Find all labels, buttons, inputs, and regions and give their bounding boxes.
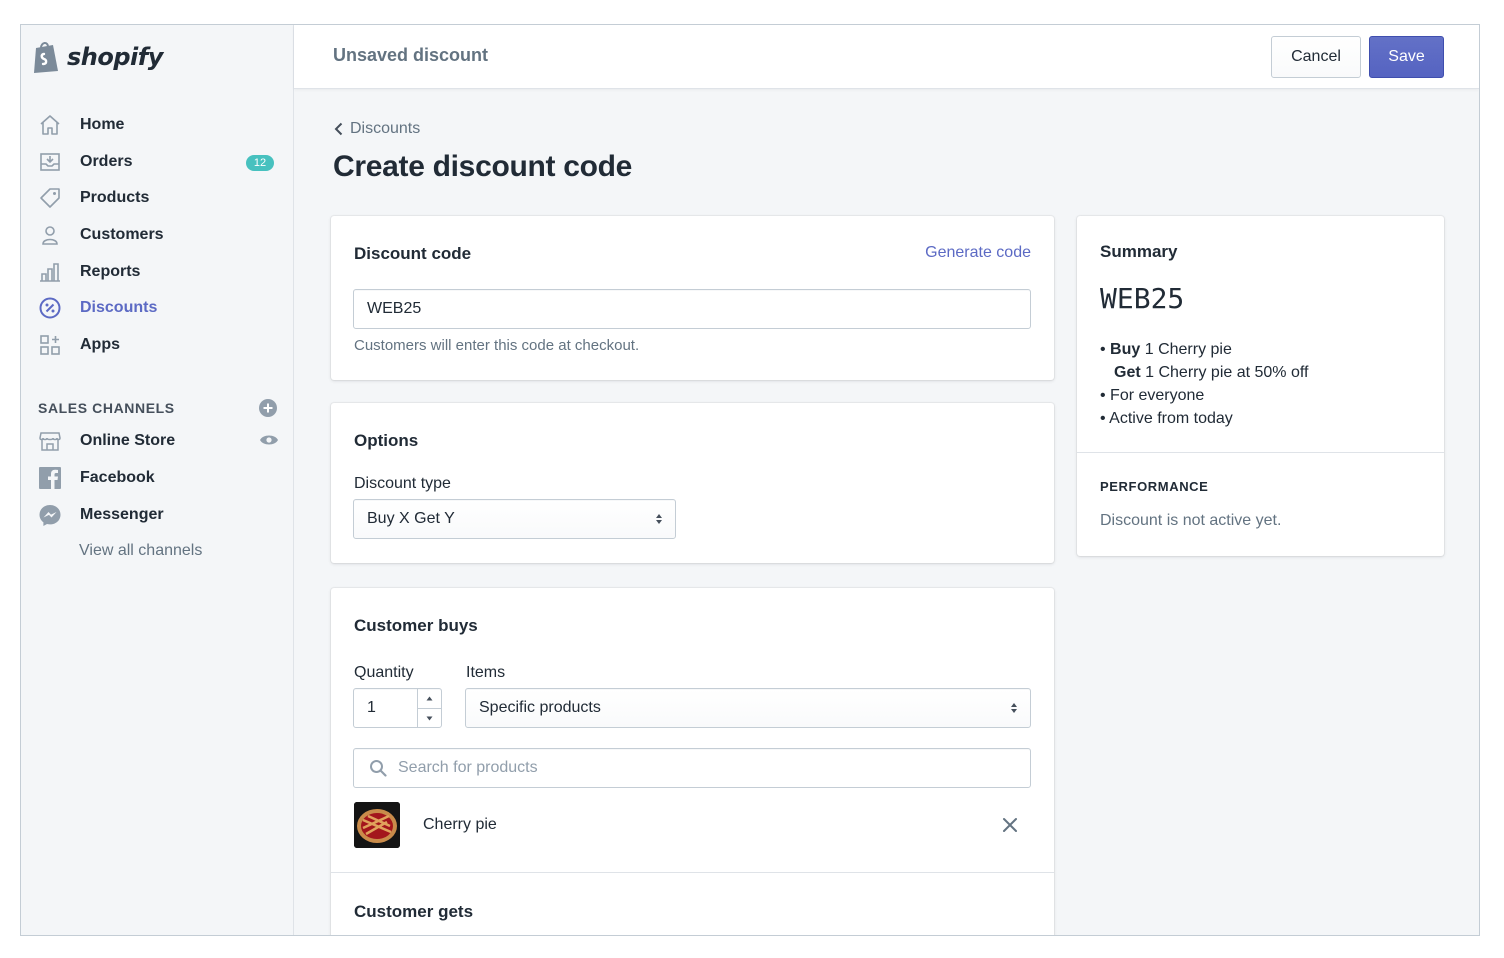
brand-wordmark: shopify [67,43,163,71]
quantity-label: Quantity [354,664,414,681]
customer-buys-card: Customer buys Quantity Items 1 Specific … [331,588,1054,935]
top-bar: Unsaved discount Cancel Save [294,25,1479,89]
section-divider [331,872,1054,873]
sidebar-item-label: Orders [80,152,133,170]
performance-heading: PERFORMANCE [1100,479,1209,494]
generate-code-link[interactable]: Generate code [925,244,1031,262]
person-icon [38,223,62,247]
items-value: Specific products [479,699,601,716]
sidebar-item-label: Apps [80,335,120,353]
eligibility-text: For everyone [1110,387,1205,404]
sales-channels-label: SALES CHANNELS [38,400,175,417]
sidebar-item-label: Discounts [80,299,158,317]
breadcrumb[interactable]: Discounts [334,120,420,138]
discount-code-value: WEB25 [367,300,422,317]
view-all-channels-link[interactable]: View all channels [21,533,293,569]
summary-line-eligibility: • For everyone [1100,387,1205,404]
summary-code: WEB25 [1100,282,1185,315]
sidebar-item-label: Messenger [80,505,164,523]
summary-line-buy: • Buy 1 Cherry pie [1100,341,1232,358]
apps-icon [38,333,62,357]
summary-line-get: Get 1 Cherry pie at 50% off [1100,361,1308,384]
discount-icon [38,296,62,320]
card-title: Customer buys [354,616,478,635]
sidebar-item-label: Products [80,189,150,207]
product-search-input[interactable]: Search for products [353,748,1031,788]
quantity-stepper[interactable]: 1 [353,688,442,728]
sidebar-item-label: Reports [80,262,141,280]
store-icon [38,429,62,453]
facebook-icon [38,466,62,490]
get-text: 1 Cherry pie at 50% off [1145,364,1309,381]
sidebar-item-label: Online Store [80,432,176,450]
page-title: Create discount code [333,150,633,183]
messenger-icon [38,503,62,527]
cancel-button[interactable]: Cancel [1271,36,1361,78]
card-title: Discount code [354,244,472,263]
page-status-title: Unsaved discount [333,45,489,65]
sidebar-item-discounts[interactable]: Discounts [21,290,293,327]
discount-code-help-text: Customers will enter this code at checko… [354,337,640,354]
discount-code-card: Discount code Generate code WEB25 Custom… [331,216,1054,380]
sidebar-item-online-store[interactable]: Online Store [21,423,293,460]
increment-icon[interactable] [418,689,441,708]
discount-type-select[interactable]: Buy X Get Y [353,499,676,539]
shopify-logo[interactable]: shopify [21,25,293,89]
performance-text: Discount is not active yet. [1100,512,1282,529]
sidebar-item-customers[interactable]: Customers [21,217,293,254]
app-window: shopify Home Orders 12 Products Customer… [20,24,1480,936]
sales-channels-heading: SALES CHANNELS [21,393,293,423]
stepper-controls [417,689,441,727]
summary-title: Summary [1100,242,1178,261]
main-nav: Home Orders 12 Products Customers Report… [21,107,293,363]
sidebar-item-home[interactable]: Home [21,107,293,144]
shopify-bag-icon [31,40,61,74]
orders-count-badge: 12 [246,154,274,171]
home-icon [38,113,62,137]
sidebar-item-label: Facebook [80,469,155,487]
quantity-value: 1 [367,699,376,716]
sidebar-item-orders[interactable]: Orders 12 [21,144,293,181]
active-text: Active from today [1109,410,1233,427]
select-arrows-icon [655,512,663,531]
add-channel-icon[interactable] [259,399,277,422]
summary-details: • Buy 1 Cherry pie Get 1 Cherry pie at 5… [1100,338,1308,430]
select-arrows-icon [1010,701,1018,720]
cherry-pie-thumbnail [354,802,400,848]
get-label: Get [1114,364,1141,381]
save-button[interactable]: Save [1369,36,1444,78]
bar-chart-icon [38,260,62,284]
eye-icon[interactable] [259,433,279,452]
discount-code-input[interactable]: WEB25 [353,289,1031,329]
sidebar-item-products[interactable]: Products [21,180,293,217]
breadcrumb-label: Discounts [350,120,421,137]
summary-divider [1077,452,1444,453]
discount-type-value: Buy X Get Y [367,510,455,527]
summary-card: Summary WEB25 • Buy 1 Cherry pie Get 1 C… [1077,216,1444,556]
orders-icon [38,150,62,174]
card-title: Options [354,431,419,450]
customer-gets-title: Customer gets [354,902,474,921]
buy-label: Buy [1110,341,1141,358]
sidebar-item-apps[interactable]: Apps [21,327,293,364]
search-icon [369,759,387,777]
options-card: Options Discount type Buy X Get Y [331,403,1054,563]
discount-type-label: Discount type [354,475,451,492]
sidebar: shopify Home Orders 12 Products Customer… [21,25,294,935]
chevron-left-icon [334,122,343,136]
buy-text: 1 Cherry pie [1144,341,1232,358]
tag-icon [38,186,62,210]
items-label: Items [466,664,506,681]
remove-product-close-icon[interactable] [1002,817,1018,838]
items-select[interactable]: Specific products [465,688,1031,728]
sidebar-item-messenger[interactable]: Messenger [21,496,293,533]
search-placeholder: Search for products [398,759,538,776]
sidebar-item-reports[interactable]: Reports [21,253,293,290]
sidebar-item-label: Home [80,116,125,134]
sidebar-item-label: Customers [80,226,164,244]
decrement-icon[interactable] [418,708,441,727]
summary-line-active: • Active from today [1100,410,1233,427]
sidebar-item-facebook[interactable]: Facebook [21,460,293,497]
product-name: Cherry pie [423,816,497,833]
